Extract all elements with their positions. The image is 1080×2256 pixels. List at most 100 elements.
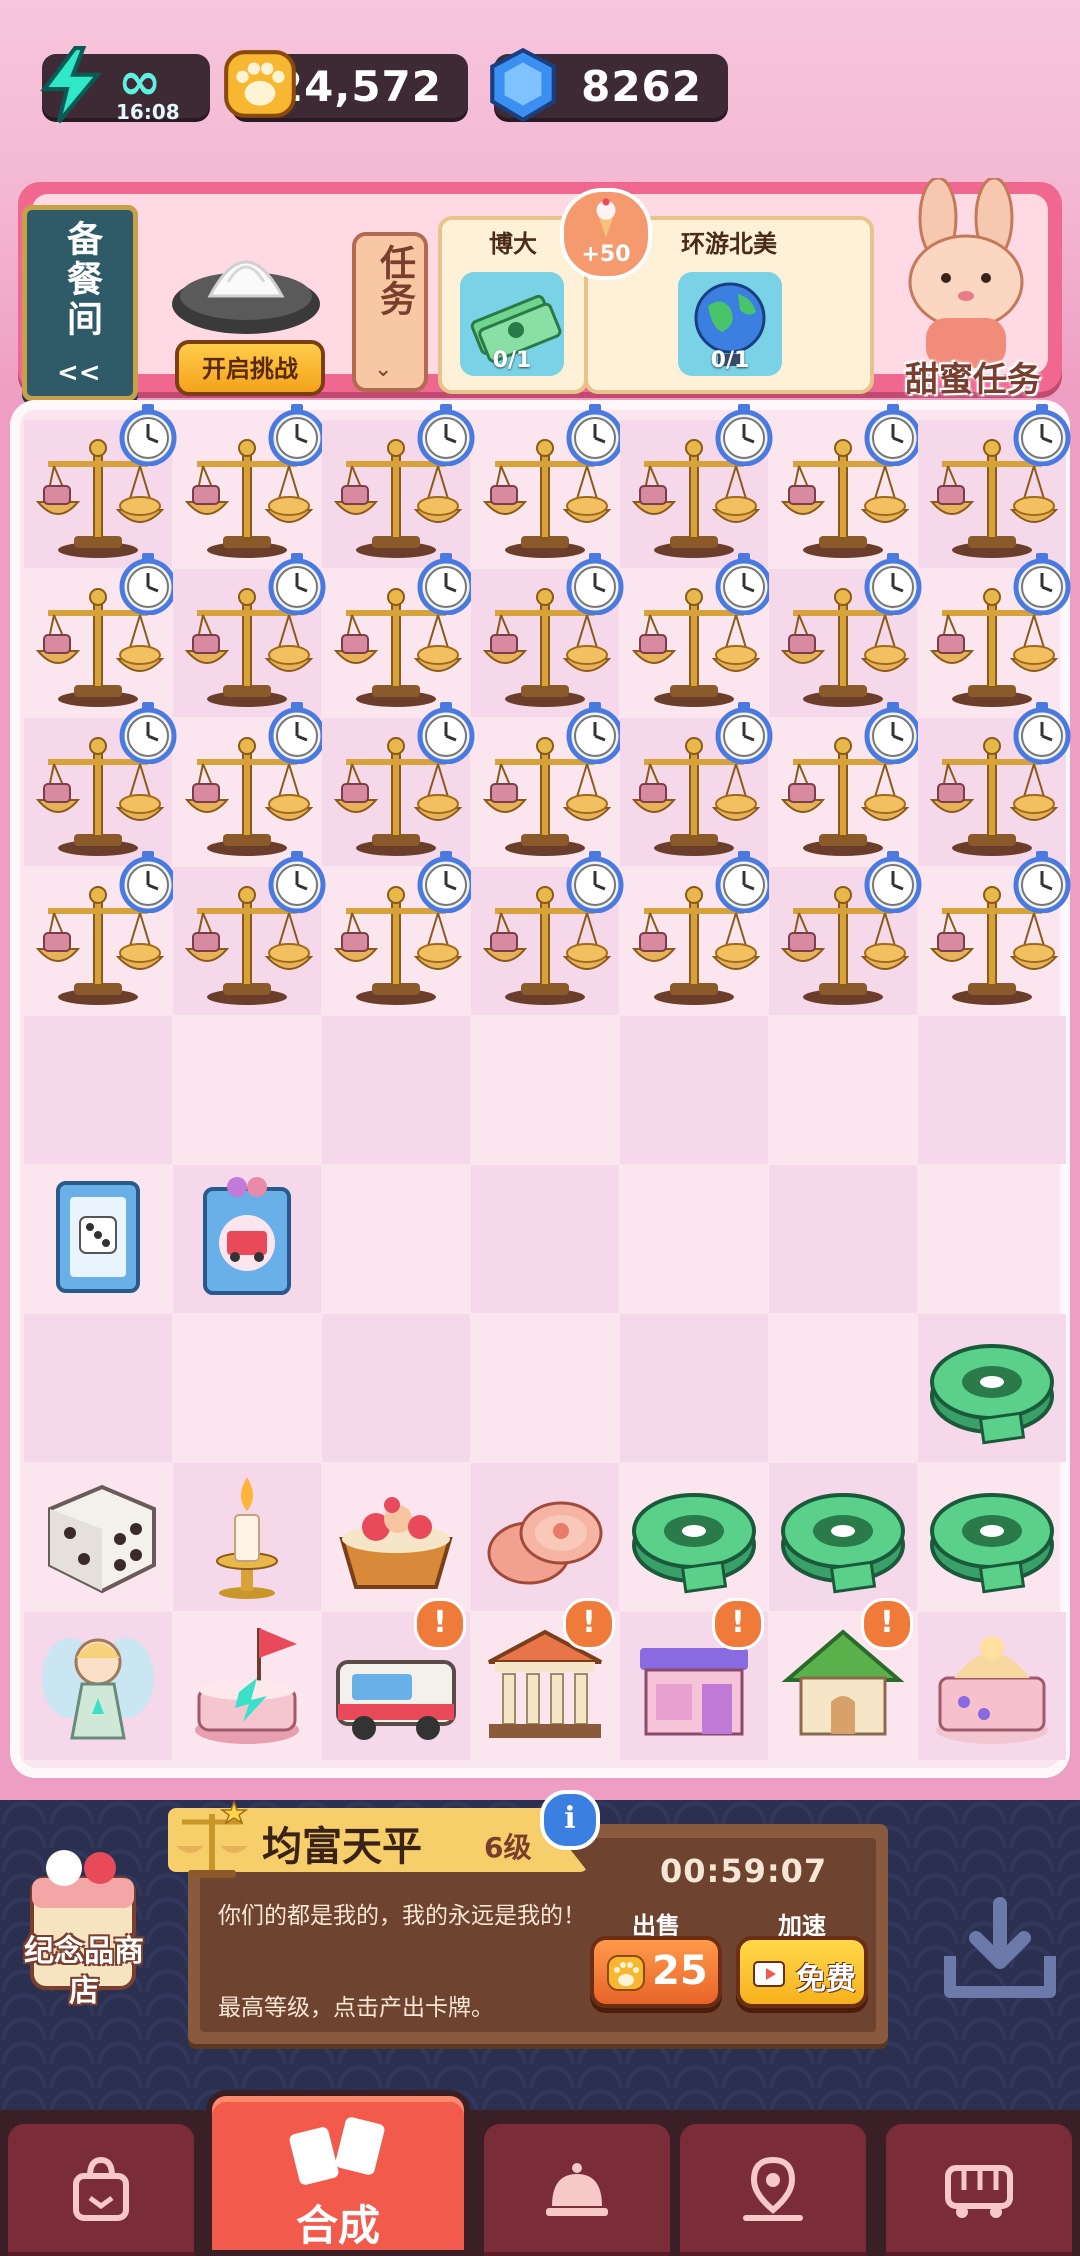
board-cell[interactable] <box>471 404 624 568</box>
board-cell[interactable] <box>620 553 773 717</box>
board-cell[interactable]: ! <box>322 1598 470 1760</box>
board-cell[interactable] <box>620 851 773 1015</box>
nav-service-button[interactable] <box>484 2124 670 2256</box>
board-cell[interactable] <box>471 1016 619 1164</box>
board-cell[interactable] <box>918 404 1071 568</box>
measuring-tape-icon[interactable] <box>924 1469 1060 1605</box>
board-cell[interactable] <box>620 404 773 568</box>
board-cell[interactable] <box>24 851 177 1015</box>
candle-icon[interactable] <box>179 1469 315 1605</box>
board-cell[interactable] <box>918 702 1071 866</box>
board-cell[interactable] <box>322 1165 470 1313</box>
bakery-shop-icon[interactable] <box>924 1618 1060 1754</box>
gem-value: 8262 <box>581 61 702 111</box>
stopwatch-icon <box>563 551 627 616</box>
board-cell[interactable]: ! <box>620 1598 768 1760</box>
measuring-tape-icon[interactable] <box>626 1469 762 1605</box>
food-truck-card-icon[interactable] <box>179 1171 315 1307</box>
macarons-icon[interactable] <box>477 1469 613 1605</box>
board-cell[interactable] <box>918 1463 1066 1611</box>
board-cell[interactable] <box>322 553 475 717</box>
board-cell[interactable] <box>173 553 326 717</box>
souvenir-shop-label[interactable]: 纪念品商店 <box>12 1932 156 2012</box>
board-cell[interactable]: ! <box>471 1598 619 1760</box>
measuring-tape-icon[interactable] <box>924 1320 1060 1456</box>
board-cell[interactable] <box>471 553 624 717</box>
stopwatch-icon <box>712 402 776 467</box>
board-cell[interactable] <box>24 553 177 717</box>
collect-tray-icon[interactable] <box>940 1896 1060 2006</box>
kitchen-button[interactable]: 备餐间 << <box>22 205 138 401</box>
board-cell[interactable] <box>471 1463 619 1611</box>
board-cell[interactable] <box>471 851 624 1015</box>
paw-currency[interactable]: 24,572 <box>224 50 468 118</box>
board-cell[interactable] <box>24 1165 172 1313</box>
sweet-task-label[interactable]: 甜蜜任务 <box>878 352 1068 401</box>
cake-flag-icon[interactable] <box>179 1618 315 1754</box>
board-cell[interactable] <box>322 851 475 1015</box>
board-cell[interactable] <box>24 404 177 568</box>
board-cell[interactable] <box>769 1463 917 1611</box>
board-cell[interactable] <box>620 702 773 866</box>
dice-card-icon[interactable] <box>30 1171 166 1307</box>
board-cell[interactable] <box>769 553 922 717</box>
board-cell[interactable] <box>24 702 177 866</box>
board-cell[interactable] <box>24 1016 172 1164</box>
nav-merge-button[interactable]: 合成 <box>206 2090 470 2256</box>
board-cell[interactable] <box>173 1314 321 1462</box>
board-cell[interactable] <box>620 1314 768 1462</box>
board-cell[interactable] <box>769 702 922 866</box>
board-cell[interactable] <box>769 404 922 568</box>
board-cell[interactable] <box>620 1165 768 1313</box>
board-cell[interactable] <box>322 404 475 568</box>
energy-counter[interactable]: ∞ 16:08 <box>40 46 210 124</box>
board-cell[interactable] <box>918 553 1071 717</box>
board-cell[interactable] <box>471 1314 619 1462</box>
board-cell[interactable] <box>918 851 1071 1015</box>
nav-map-button[interactable] <box>680 2124 866 2256</box>
board-cell[interactable] <box>322 1016 470 1164</box>
board-cell[interactable] <box>173 1016 321 1164</box>
stopwatch-icon <box>116 700 180 765</box>
fruit-tart-icon[interactable] <box>328 1469 464 1605</box>
board-cell[interactable] <box>24 1314 172 1462</box>
start-challenge-button[interactable]: 开启挑战 <box>175 340 325 396</box>
fairy-icon[interactable] <box>30 1618 166 1754</box>
dice-icon[interactable] <box>30 1469 166 1605</box>
board-cell[interactable] <box>173 404 326 568</box>
board-cell[interactable] <box>24 1463 172 1611</box>
board-cell[interactable] <box>769 1165 917 1313</box>
board-cell[interactable] <box>322 702 475 866</box>
board-cell[interactable] <box>322 1314 470 1462</box>
sell-button[interactable]: 25 <box>590 1936 722 2008</box>
board-cell[interactable] <box>24 1612 172 1760</box>
board-cell[interactable] <box>620 1016 768 1164</box>
board-cell[interactable] <box>173 1463 321 1611</box>
board-cell[interactable] <box>173 1612 321 1760</box>
ice-cream-icon <box>596 198 616 238</box>
gem-currency[interactable]: 8262 <box>490 47 728 123</box>
board-cell[interactable] <box>322 1463 470 1611</box>
task-tab[interactable]: 任务 ⌄ <box>352 232 428 392</box>
board-cell[interactable] <box>173 702 326 866</box>
board-cell[interactable] <box>769 1016 917 1164</box>
board-cell[interactable] <box>769 1314 917 1462</box>
board-cell[interactable] <box>173 851 326 1015</box>
board-cell[interactable] <box>769 851 922 1015</box>
nav-shop-button[interactable] <box>8 2124 194 2256</box>
board-cell[interactable] <box>173 1165 321 1313</box>
gem-icon <box>482 44 564 126</box>
measuring-tape-icon[interactable] <box>775 1469 911 1605</box>
board-cell[interactable] <box>471 702 624 866</box>
board-cell[interactable] <box>620 1463 768 1611</box>
board-cell[interactable] <box>918 1165 1066 1313</box>
speed-up-free-button[interactable]: 免费 <box>736 1936 868 2008</box>
info-icon[interactable]: i <box>540 1790 600 1850</box>
board-cell[interactable] <box>918 1314 1066 1462</box>
board-cell[interactable] <box>918 1612 1066 1760</box>
meringue-plate-icon[interactable] <box>166 232 326 342</box>
nav-travel-button[interactable] <box>886 2124 1072 2256</box>
board-cell[interactable]: ! <box>769 1598 917 1760</box>
board-cell[interactable] <box>471 1165 619 1313</box>
board-cell[interactable] <box>918 1016 1066 1164</box>
